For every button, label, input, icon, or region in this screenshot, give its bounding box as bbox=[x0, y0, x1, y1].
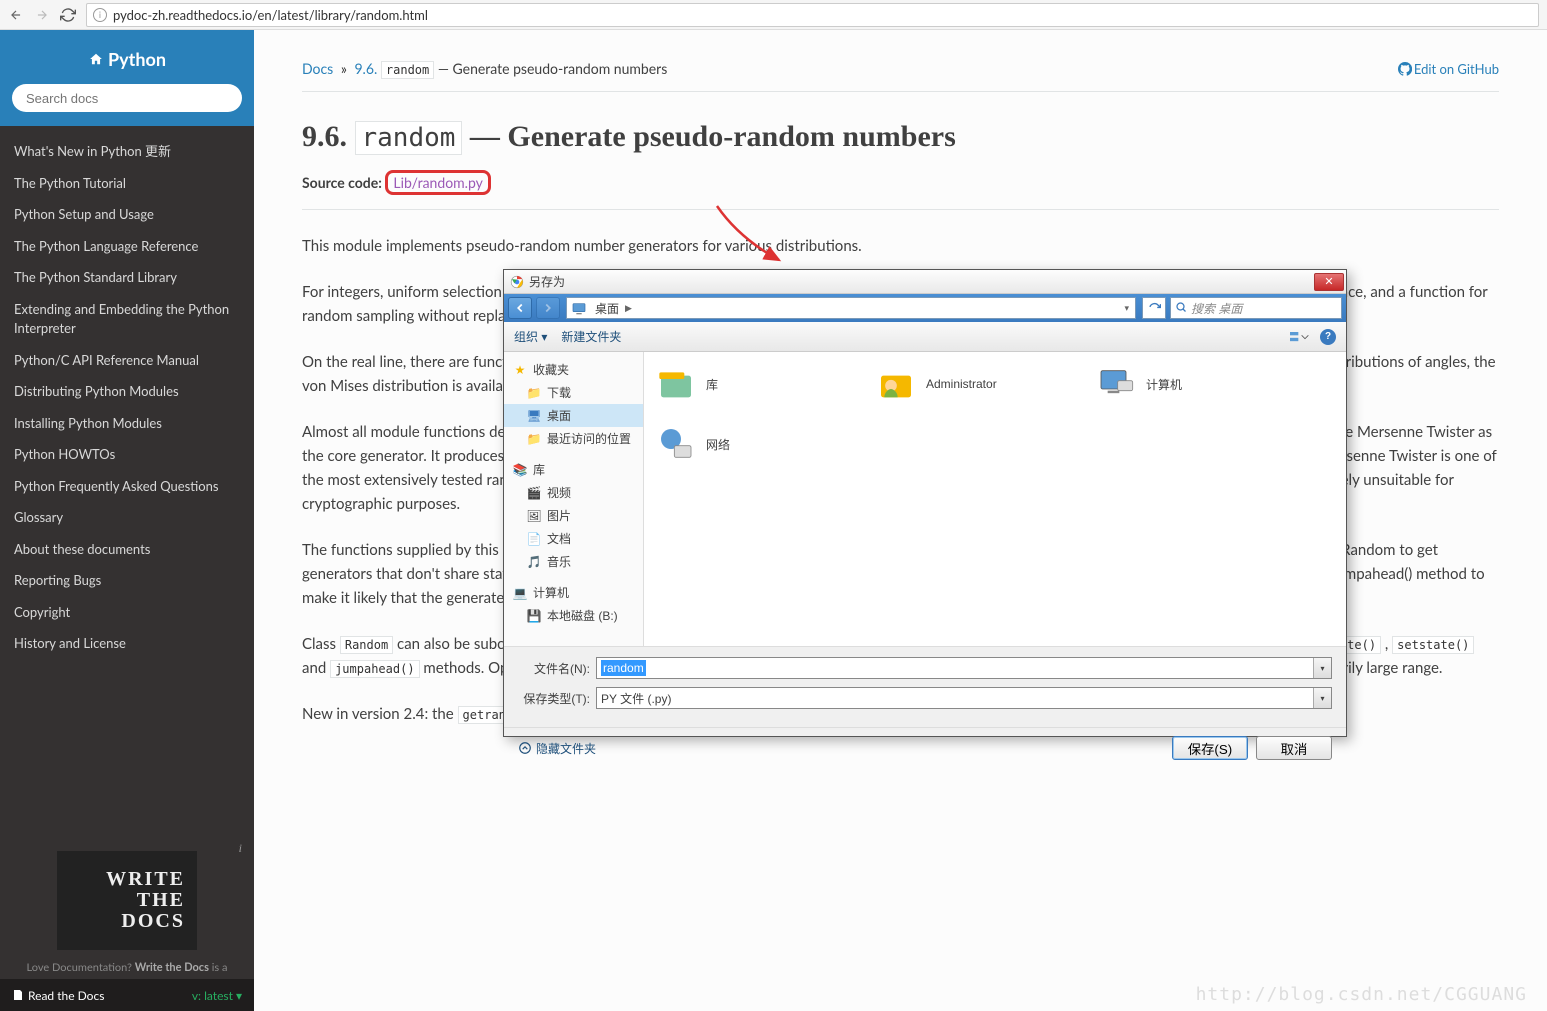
save-as-dialog: 另存为 ✕ 桌面 ▶ ▾ 搜索 桌面 组织 ▾ 新建 bbox=[503, 269, 1347, 737]
tree-videos[interactable]: 🎬视频 bbox=[504, 481, 643, 504]
nav-item[interactable]: Copyright bbox=[0, 597, 254, 629]
nav-item[interactable]: The Python Language Reference bbox=[0, 231, 254, 263]
computer-icon bbox=[1096, 364, 1136, 404]
project-home-link[interactable]: Python bbox=[88, 48, 166, 70]
path-segment[interactable]: 桌面 bbox=[591, 300, 623, 317]
file-libraries[interactable]: 库 bbox=[656, 364, 836, 404]
tree-recent[interactable]: 📁最近访问的位置 bbox=[504, 427, 643, 450]
url-text: pydoc-zh.readthedocs.io/en/latest/librar… bbox=[113, 7, 428, 23]
search-icon bbox=[1175, 301, 1187, 316]
view-options-button[interactable] bbox=[1290, 329, 1310, 345]
ad-image[interactable]: WRITE THE DOCS bbox=[57, 851, 197, 950]
tree-desktop[interactable]: 🖥桌面 bbox=[504, 404, 643, 427]
breadcrumb: Docs » 9.6. random — Generate pseudo-ran… bbox=[302, 60, 1499, 92]
nav-item[interactable]: Python HOWTOs bbox=[0, 439, 254, 471]
path-bar[interactable]: 桌面 ▶ ▾ bbox=[566, 297, 1136, 319]
desktop-icon bbox=[571, 301, 587, 315]
nav-item[interactable]: History and License bbox=[0, 628, 254, 660]
nav-item[interactable]: What's New in Python 更新 bbox=[0, 136, 254, 168]
nav-item[interactable]: Glossary bbox=[0, 502, 254, 534]
hide-folders-toggle[interactable]: 隐藏文件夹 bbox=[518, 740, 596, 757]
github-icon bbox=[1398, 62, 1412, 76]
back-button[interactable] bbox=[8, 7, 24, 23]
file-administrator[interactable]: Administrator bbox=[876, 364, 1056, 404]
nav-item[interactable]: Distributing Python Modules bbox=[0, 376, 254, 408]
organize-button[interactable]: 组织 ▾ bbox=[514, 328, 547, 345]
dialog-titlebar[interactable]: 另存为 ✕ bbox=[504, 270, 1346, 294]
tree-favorites[interactable]: ★收藏夹 bbox=[504, 358, 643, 381]
dialog-fields: 文件名(N): random ▾ 保存类型(T): PY 文件 (.py) ▾ bbox=[504, 646, 1346, 727]
forward-button[interactable] bbox=[34, 7, 50, 23]
file-list: 库 Administrator 计算机 网络 bbox=[644, 352, 1346, 646]
filetype-label: 保存类型(T): bbox=[518, 690, 590, 707]
nav-item[interactable]: Python Setup and Usage bbox=[0, 199, 254, 231]
reload-button[interactable] bbox=[60, 7, 76, 23]
dialog-footer: 隐藏文件夹 保存(S) 取消 bbox=[504, 727, 1346, 768]
dialog-toolbar: 组织 ▾ 新建文件夹 ? bbox=[504, 322, 1346, 352]
tree-music[interactable]: 🎵音乐 bbox=[504, 550, 643, 573]
tree-libraries[interactable]: 📚库 bbox=[504, 458, 643, 481]
user-icon bbox=[876, 364, 916, 404]
site-info-icon[interactable]: i bbox=[93, 8, 107, 22]
version-selector[interactable]: v: latest ▾ bbox=[192, 988, 242, 1003]
new-folder-button[interactable]: 新建文件夹 bbox=[561, 328, 621, 345]
source-code-line: Source code: Lib/random.py bbox=[302, 174, 1499, 191]
nav-item[interactable]: About these documents bbox=[0, 534, 254, 566]
tree-downloads[interactable]: 📁下载 bbox=[504, 381, 643, 404]
dialog-search-input[interactable]: 搜索 桌面 bbox=[1170, 297, 1342, 319]
nav-item[interactable]: Installing Python Modules bbox=[0, 408, 254, 440]
tree-documents[interactable]: 📄文档 bbox=[504, 527, 643, 550]
rtd-version-bar[interactable]: Read the Docs v: latest ▾ bbox=[0, 979, 254, 1011]
nav-item[interactable]: Python Frequently Asked Questions bbox=[0, 471, 254, 503]
sidebar-header: Python bbox=[0, 30, 254, 84]
breadcrumb-docs[interactable]: Docs bbox=[302, 60, 333, 77]
nav-item[interactable]: The Python Standard Library bbox=[0, 262, 254, 294]
filename-dropdown[interactable]: ▾ bbox=[1313, 658, 1331, 678]
page-title: 9.6. random — Generate pseudo-random num… bbox=[302, 120, 1499, 154]
paragraph: This module implements pseudo-random num… bbox=[302, 234, 1499, 258]
edit-on-github-link[interactable]: Edit on GitHub bbox=[1398, 61, 1499, 77]
path-refresh-button[interactable] bbox=[1142, 297, 1166, 319]
help-button[interactable]: ? bbox=[1320, 329, 1336, 345]
nav-item[interactable]: Python/C API Reference Manual bbox=[0, 345, 254, 377]
search-wrap bbox=[0, 84, 254, 126]
home-icon bbox=[88, 48, 104, 70]
nav-item[interactable]: The Python Tutorial bbox=[0, 168, 254, 200]
nav-item[interactable]: Extending and Embedding the Python Inter… bbox=[0, 294, 254, 345]
dialog-title-text: 另存为 bbox=[529, 273, 1314, 290]
search-input[interactable] bbox=[12, 84, 242, 112]
cancel-button[interactable]: 取消 bbox=[1256, 736, 1332, 760]
network-icon bbox=[656, 424, 696, 464]
nav-list: What's New in Python 更新 The Python Tutor… bbox=[0, 126, 254, 833]
tree-disk[interactable]: 💾本地磁盘 (B:) bbox=[504, 604, 643, 627]
dialog-nav-bar: 桌面 ▶ ▾ 搜索 桌面 bbox=[504, 294, 1346, 322]
breadcrumb-section[interactable]: 9.6. random bbox=[354, 60, 437, 77]
nav-back-button[interactable] bbox=[508, 297, 532, 319]
library-icon bbox=[656, 364, 696, 404]
source-link[interactable]: Lib/random.py bbox=[385, 170, 490, 195]
watermark: http://blog.csdn.net/CGGUANG bbox=[1196, 984, 1527, 1005]
nav-item[interactable]: Reporting Bugs bbox=[0, 565, 254, 597]
filetype-select[interactable]: PY 文件 (.py) ▾ bbox=[596, 687, 1332, 709]
close-button[interactable]: ✕ bbox=[1314, 273, 1344, 291]
filename-input[interactable]: random ▾ bbox=[596, 657, 1332, 679]
tree-computer[interactable]: 💻计算机 bbox=[504, 581, 643, 604]
sidebar: Python What's New in Python 更新 The Pytho… bbox=[0, 30, 254, 1011]
nav-forward-button[interactable] bbox=[536, 297, 560, 319]
rtd-label: Read the Docs bbox=[12, 988, 104, 1003]
chrome-icon bbox=[510, 275, 524, 289]
tree-pictures[interactable]: 🖼图片 bbox=[504, 504, 643, 527]
folder-tree: ★收藏夹 📁下载 🖥桌面 📁最近访问的位置 📚库 🎬视频 🖼图片 📄文档 🎵音乐… bbox=[504, 352, 644, 646]
file-network[interactable]: 网络 bbox=[656, 424, 836, 464]
file-computer[interactable]: 计算机 bbox=[1096, 364, 1276, 404]
ad-info-icon[interactable]: i bbox=[239, 841, 242, 856]
filename-label: 文件名(N): bbox=[518, 660, 590, 677]
browser-toolbar: i pydoc-zh.readthedocs.io/en/latest/libr… bbox=[0, 0, 1547, 30]
save-button[interactable]: 保存(S) bbox=[1172, 736, 1248, 760]
filetype-dropdown[interactable]: ▾ bbox=[1313, 688, 1331, 708]
url-bar[interactable]: i pydoc-zh.readthedocs.io/en/latest/libr… bbox=[86, 3, 1539, 27]
